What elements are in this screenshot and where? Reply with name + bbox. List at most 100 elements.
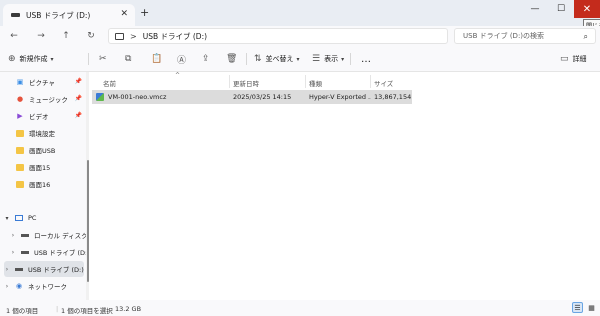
tiles-view-icon[interactable]: ▦: [586, 302, 597, 313]
status-selected: 1 個の項目を選択: [61, 307, 113, 315]
folder-icon: [16, 163, 24, 171]
sidebar-item-label: ビデオ: [29, 113, 49, 121]
column-header-size[interactable]: サイズ: [374, 78, 393, 88]
status-bar: 1 個の項目 | 1 個の項目を選択 13.2 GB ☰ ▦: [0, 300, 600, 316]
sidebar-item-network[interactable]: › ◉ ネットワーク: [4, 278, 84, 294]
file-name: VM-001-neo.vmcz: [108, 93, 167, 101]
copy-button[interactable]: ⧉: [125, 53, 135, 65]
file-type: Hyper-V Exported ...: [309, 93, 371, 101]
sidebar-item-label: 環境設定: [29, 130, 55, 138]
chevron-right-icon: ›: [11, 231, 15, 239]
music-icon: ●: [16, 95, 24, 103]
sidebar-item-videos[interactable]: ▶ ビデオ 📌: [16, 108, 84, 124]
tab-close-button[interactable]: ✕: [120, 9, 128, 19]
forward-icon[interactable]: →: [33, 29, 49, 43]
column-header-type[interactable]: 種類: [309, 78, 322, 88]
file-size: 13,867,154 ...: [374, 93, 412, 101]
sidebar-item-label: 画面15: [29, 164, 51, 172]
rename-button[interactable]: Ⓐ: [177, 53, 190, 66]
table-row[interactable]: VM-001-neo.vmcz 2025/03/25 14:15 Hyper-V…: [92, 90, 412, 104]
pin-icon: 📌: [74, 95, 82, 102]
new-tab-button[interactable]: +: [140, 6, 149, 19]
back-icon[interactable]: ←: [6, 29, 22, 43]
toolbar-divider: [350, 53, 351, 65]
breadcrumb-separator: >: [130, 31, 137, 41]
sidebar-item-pc[interactable]: ▾ PC: [4, 210, 84, 226]
sidebar-item-folder-usb[interactable]: 画面USB: [16, 142, 84, 158]
file-list[interactable]: ^ 名前 更新日時 種類 サイズ VM-001-neo.vmcz 2025/03…: [89, 72, 600, 300]
usb-drive-icon: [15, 267, 23, 271]
toolbar-divider: [246, 53, 247, 65]
share-icon: ⇪: [202, 54, 210, 64]
sort-button[interactable]: ⇅ 並べ替え ▾: [254, 53, 300, 65]
maximize-button[interactable]: ☐: [548, 0, 574, 18]
column-header-name[interactable]: 名前: [103, 78, 116, 88]
usb-drive-icon: [21, 250, 29, 254]
copy-icon: ⧉: [125, 54, 132, 64]
drive-icon: [11, 13, 20, 17]
status-selected-size: 13.2 GB: [115, 305, 142, 313]
sidebar-item-label: 画面16: [29, 181, 51, 189]
column-header-modified[interactable]: 更新日時: [233, 78, 259, 88]
sidebar-item-label: USB ドライブ (D:: [34, 249, 86, 257]
status-item-count: 1 個の項目: [6, 307, 39, 315]
folder-icon: [16, 146, 24, 154]
column-divider[interactable]: [370, 75, 371, 88]
details-button[interactable]: ▭ 詳細: [560, 53, 587, 65]
up-icon[interactable]: ↑: [58, 29, 74, 43]
sidebar-item-label: ピクチャ: [29, 79, 55, 87]
details-view-icon[interactable]: ☰: [572, 302, 583, 313]
delete-button[interactable]: 🗑: [226, 53, 241, 65]
search-input[interactable]: USB ドライブ (D:)の検索 ⌕: [454, 28, 596, 44]
navigation-pane[interactable]: ▣ ピクチャ 📌 ● ミュージック 📌 ▶ ビデオ 📌 環境設定 画面USB 画…: [0, 72, 88, 300]
sort-label: 並べ替え: [265, 55, 294, 63]
cut-button[interactable]: ✂: [99, 53, 111, 65]
minimize-button[interactable]: —: [522, 0, 548, 18]
paste-icon: 📋: [151, 54, 163, 64]
pin-icon: 📌: [74, 78, 82, 85]
sidebar-item-usb-drive-selected[interactable]: › USB ドライブ (D:): [4, 261, 84, 277]
sidebar-item-local-disk[interactable]: › ローカル ディスク: [10, 227, 86, 243]
sidebar-item-folder-16[interactable]: 画面16: [16, 176, 84, 192]
pictures-icon: ▣: [16, 78, 24, 86]
sidebar-item-folder-settings[interactable]: 環境設定: [16, 125, 84, 141]
chevron-down-icon: ▾: [341, 55, 345, 63]
column-divider[interactable]: [229, 75, 230, 88]
refresh-icon[interactable]: ↻: [83, 29, 99, 43]
pin-icon: 📌: [74, 112, 82, 119]
details-pane-icon: ▭: [560, 54, 569, 64]
this-pc-icon: [115, 32, 124, 40]
status-divider: |: [56, 305, 59, 313]
command-bar: ⊕ 新規作成 ▾ ✂ ⧉ 📋 Ⓐ ⇪ 🗑 ⇅ 並べ替え ▾ ☰ 表示 ▾ … ▭…: [0, 46, 600, 72]
pc-icon: [15, 215, 23, 221]
rename-icon: Ⓐ: [177, 55, 187, 66]
network-icon: ◉: [15, 282, 23, 290]
sidebar-item-label: ローカル ディスク: [34, 232, 86, 240]
chevron-down-icon: ▾: [50, 55, 54, 63]
drive-icon: [21, 233, 29, 237]
share-button[interactable]: ⇪: [202, 53, 214, 65]
sidebar-item-folder-15[interactable]: 画面15: [16, 159, 84, 175]
close-button[interactable]: ✕: [574, 0, 600, 18]
sidebar-item-label: USB ドライブ (D:): [28, 266, 84, 274]
trash-icon: 🗑: [226, 54, 238, 64]
paste-button[interactable]: 📋: [151, 53, 166, 65]
title-bar: USB ドライブ (D:) ✕ + — ☐ ✕: [0, 0, 600, 26]
cut-icon: ✂: [99, 54, 107, 64]
sidebar-item-label: ネットワーク: [28, 283, 67, 291]
more-options-button[interactable]: …: [361, 53, 371, 65]
search-icon: ⌕: [583, 32, 588, 41]
plus-circle-icon: ⊕: [8, 54, 16, 64]
tab-usb-drive[interactable]: USB ドライブ (D:) ✕: [3, 4, 135, 26]
address-bar[interactable]: > USB ドライブ (D:): [108, 28, 448, 44]
file-modified: 2025/03/25 14:15: [233, 93, 292, 101]
sidebar-item-usb-drive[interactable]: › USB ドライブ (D:: [10, 244, 86, 260]
sidebar-item-pictures[interactable]: ▣ ピクチャ 📌: [16, 74, 84, 90]
sidebar-item-music[interactable]: ● ミュージック 📌: [16, 91, 84, 107]
new-button[interactable]: ⊕ 新規作成 ▾: [8, 53, 54, 65]
sidebar-item-label: 画面USB: [29, 147, 56, 155]
breadcrumb-usb-drive[interactable]: USB ドライブ (D:): [143, 31, 207, 42]
view-button[interactable]: ☰ 表示 ▾: [312, 53, 344, 65]
address-row: ← → ↑ ↻ > USB ドライブ (D:) USB ドライブ (D:)の検索…: [0, 26, 600, 46]
column-divider[interactable]: [305, 75, 306, 88]
